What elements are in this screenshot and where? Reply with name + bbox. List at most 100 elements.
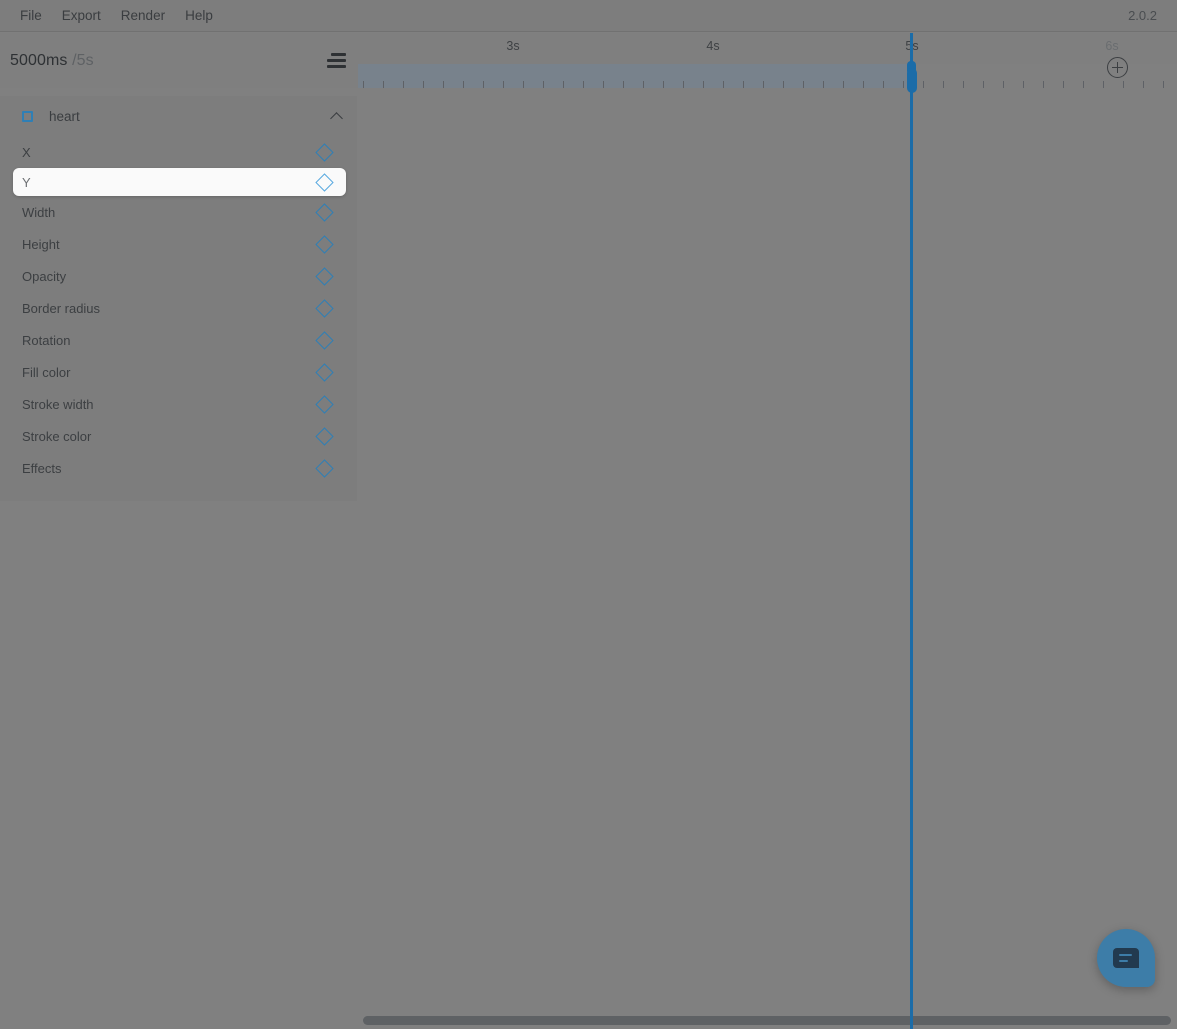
ruler-tick: [683, 81, 684, 88]
menu-item-help[interactable]: Help: [175, 5, 223, 27]
property-row[interactable]: Fill color: [0, 356, 357, 388]
ruler-tick: [703, 81, 704, 88]
ruler-tick: [363, 81, 364, 88]
menu-item-render[interactable]: Render: [111, 5, 175, 27]
property-label: Opacity: [22, 268, 67, 284]
ruler-tick: [563, 81, 564, 88]
diamond-icon[interactable]: [315, 298, 334, 318]
ruler-tick: [763, 81, 764, 88]
chat-bubble-icon: [1113, 948, 1139, 968]
ruler-tick: [463, 81, 464, 88]
ruler-tick: [903, 81, 904, 88]
layer-properties-panel: heart X Y Width Height Opacity Border radius R…: [0, 96, 357, 501]
ruler-tick: [963, 81, 964, 88]
ruler-tick: [443, 81, 444, 88]
total-time-label: 5s: [76, 51, 94, 69]
ruler-tick: [1063, 81, 1064, 88]
lines-icon-bar-2: [327, 59, 346, 62]
ruler-ticks: [358, 78, 1177, 88]
time-separator: /: [67, 51, 77, 69]
diamond-icon[interactable]: [315, 394, 334, 414]
property-row[interactable]: Opacity: [0, 260, 357, 292]
property-row[interactable]: Y: [13, 168, 346, 196]
property-row[interactable]: Height: [0, 228, 357, 260]
property-row[interactable]: X: [0, 136, 357, 168]
ruler-tick: [503, 81, 504, 88]
ruler-label-4s: 4s: [706, 39, 720, 53]
ruler-tick: [623, 81, 624, 88]
diamond-icon[interactable]: [315, 142, 334, 162]
ruler-tick: [1163, 81, 1164, 88]
diamond-icon[interactable]: [315, 458, 334, 478]
horizontal-scrollbar-thumb[interactable]: [363, 1016, 1171, 1025]
playhead-handle[interactable]: [906, 68, 917, 93]
ruler-tick: [403, 81, 404, 88]
lines-icon-bar-3: [327, 65, 346, 68]
timeline-toolbar: 5000ms /5s: [0, 33, 358, 88]
plus-circle-icon[interactable]: [1107, 57, 1128, 78]
diamond-icon[interactable]: [315, 172, 334, 192]
ruler-tick: [1103, 81, 1104, 88]
ruler-label-3s: 3s: [506, 39, 520, 53]
property-row-list: X Y Width Height Opacity Border radius Rotatio…: [0, 136, 357, 484]
diamond-icon[interactable]: [315, 202, 334, 222]
property-row[interactable]: Stroke width: [0, 388, 357, 420]
ruler-tick: [783, 81, 784, 88]
ruler-tick: [883, 81, 884, 88]
ruler-tick: [1003, 81, 1004, 88]
ruler-tick: [863, 81, 864, 88]
property-label: Border radius: [22, 300, 101, 316]
property-label: Stroke color: [22, 428, 92, 444]
ruler-tick: [1023, 81, 1024, 88]
horizontal-scrollbar-track[interactable]: [358, 1011, 1177, 1029]
ruler-tick: [643, 81, 644, 88]
ruler-tick: [983, 81, 984, 88]
property-row[interactable]: Width: [0, 196, 357, 228]
ruler-tick: [1143, 81, 1144, 88]
diamond-icon[interactable]: [315, 266, 334, 286]
menu-item-file[interactable]: File: [10, 5, 52, 27]
property-row[interactable]: Stroke color: [0, 420, 357, 452]
ruler-tick: [723, 81, 724, 88]
ruler-tick: [383, 81, 384, 88]
property-label: Width: [22, 204, 56, 220]
diamond-icon[interactable]: [315, 362, 334, 382]
ruler-tick: [523, 81, 524, 88]
ruler-tick: [943, 81, 944, 88]
ruler-tick: [483, 81, 484, 88]
chat-button[interactable]: [1097, 929, 1155, 987]
ruler-tick: [603, 81, 604, 88]
ruler-tick: [843, 81, 844, 88]
property-label: Rotation: [22, 332, 71, 348]
lines-icon-bar-1: [331, 53, 346, 56]
ruler-tick: [923, 81, 924, 88]
diamond-icon[interactable]: [315, 426, 334, 446]
chevron-up-icon[interactable]: [331, 110, 343, 122]
ruler-label-row: 3s4s5s6s: [358, 33, 1177, 64]
diamond-icon[interactable]: [315, 234, 334, 254]
lines-icon[interactable]: [324, 50, 346, 72]
ruler-label-6s: 6s: [1105, 39, 1119, 53]
ruler-tick: [743, 81, 744, 88]
property-row[interactable]: Effects: [0, 452, 357, 484]
menu-item-export[interactable]: Export: [52, 5, 111, 27]
app-version-label: 2.0.2: [1128, 8, 1157, 23]
ruler-tick: [583, 81, 584, 88]
time-readout: 5000ms /5s: [10, 52, 94, 70]
current-time-label: 5000ms: [10, 51, 68, 69]
menu-bar: File Export Render Help 2.0.2: [0, 0, 1177, 32]
ruler-tick: [1043, 81, 1044, 88]
square-outline-icon: [22, 110, 33, 122]
property-row[interactable]: Border radius: [0, 292, 357, 324]
timeline-ruler[interactable]: 3s4s5s6s: [358, 33, 1177, 88]
diamond-icon[interactable]: [315, 330, 334, 350]
ruler-tick: [1083, 81, 1084, 88]
ruler-band[interactable]: [358, 64, 1177, 88]
property-label: Stroke width: [22, 396, 94, 412]
ruler-tick: [803, 81, 804, 88]
property-row[interactable]: Rotation: [0, 324, 357, 356]
playhead[interactable]: [906, 33, 917, 1029]
ruler-tick: [663, 81, 664, 88]
layer-header[interactable]: heart: [0, 96, 357, 136]
app-root: File Export Render Help 2.0.2 5000ms /5s…: [0, 0, 1177, 1029]
